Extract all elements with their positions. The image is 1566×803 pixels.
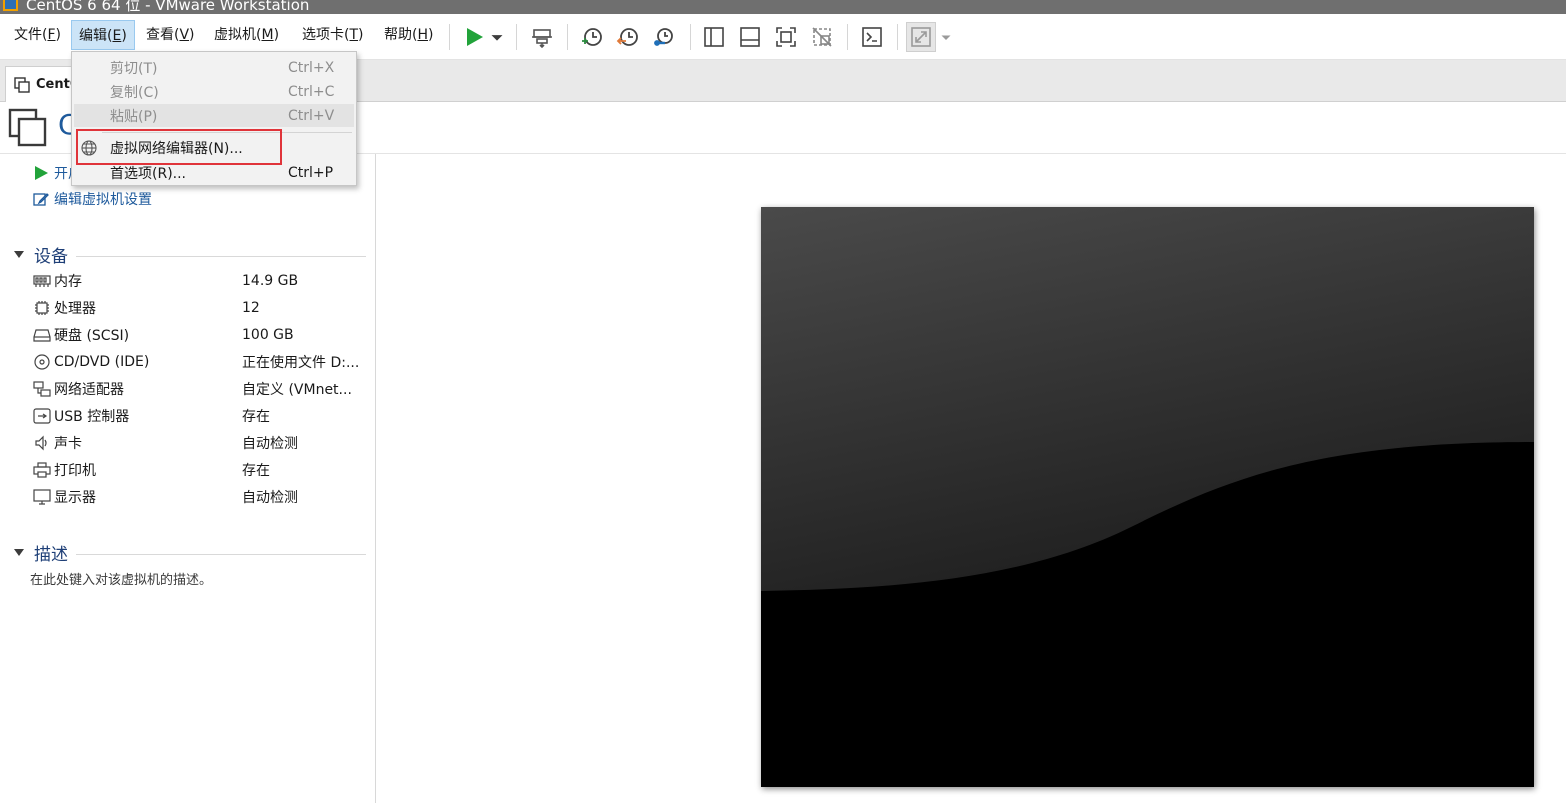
menu-vm[interactable]: 虚拟机(M) <box>207 20 286 50</box>
menu-file[interactable]: 文件(F) <box>7 20 68 50</box>
menu-item-shortcut: Ctrl+P <box>288 164 334 181</box>
device-row-processor[interactable]: 处理器 12 <box>32 297 368 319</box>
devices-title: 设备 <box>34 246 68 267</box>
collapse-triangle-icon[interactable] <box>14 250 24 258</box>
device-value: 自定义 (VMnet... <box>242 382 352 398</box>
menu-tabs[interactable]: 选项卡(T) <box>295 20 371 50</box>
vm-tab-icon <box>14 77 30 97</box>
thumbnail-bar-icon[interactable] <box>735 22 765 52</box>
vm-preview-area <box>377 154 1566 803</box>
snapshot-take-icon[interactable] <box>577 22 607 52</box>
device-row-sound[interactable]: 声卡 自动检测 <box>32 432 368 454</box>
cd-dvd-icon <box>32 353 52 371</box>
toolbar-separator <box>690 24 691 50</box>
device-name: 声卡 <box>54 436 82 452</box>
memory-icon <box>32 272 52 290</box>
dropdown-arrow-icon[interactable] <box>486 22 508 52</box>
snapshot-manager-icon[interactable] <box>649 22 679 52</box>
device-name: 处理器 <box>54 301 96 317</box>
device-row-memory[interactable]: 内存 14.9 GB <box>32 270 368 292</box>
menu-item-cut[interactable]: 剪切(T) Ctrl+X <box>74 56 354 79</box>
toolbar-separator <box>449 24 450 50</box>
device-row-display[interactable]: 显示器 自动检测 <box>32 486 368 508</box>
play-icon <box>32 164 50 182</box>
menu-item-paste[interactable]: 粘贴(P) Ctrl+V <box>74 104 354 127</box>
menu-edit[interactable]: 编辑(E) <box>71 20 135 50</box>
sidebar-view-icon[interactable] <box>699 22 729 52</box>
menu-item-label: 复制(C) <box>110 84 159 101</box>
usb-icon <box>32 407 52 425</box>
menu-help[interactable]: 帮助(H) <box>377 20 440 50</box>
menu-item-label: 剪切(T) <box>110 60 158 77</box>
device-row-cd-dvd[interactable]: CD/DVD (IDE) 正在使用文件 D:... <box>32 351 368 373</box>
vm-large-icon <box>8 108 48 152</box>
device-value: 自动检测 <box>242 490 298 506</box>
network-adapter-icon <box>32 380 52 398</box>
snapshot-revert-icon[interactable] <box>613 22 643 52</box>
play-icon[interactable] <box>459 22 489 52</box>
devices-section-header[interactable]: 设备 <box>14 243 366 267</box>
device-value: 存在 <box>242 409 270 425</box>
fullscreen-icon[interactable] <box>771 22 801 52</box>
menu-item-shortcut: Ctrl+X <box>288 59 335 76</box>
stretch-icon[interactable] <box>906 22 936 52</box>
menu-item-copy[interactable]: 复制(C) Ctrl+C <box>74 80 354 103</box>
menu-item-label: 首选项(R)... <box>110 165 187 182</box>
printer-icon <box>32 461 52 479</box>
device-value: 100 GB <box>242 327 294 343</box>
device-row-printer[interactable]: 打印机 存在 <box>32 459 368 481</box>
device-name: USB 控制器 <box>54 409 130 425</box>
annotation-highlight-box <box>76 129 282 165</box>
toolbar-separator <box>897 24 898 50</box>
vmware-app-icon <box>3 0 18 11</box>
sound-icon <box>32 434 52 452</box>
description-title: 描述 <box>34 544 68 565</box>
console-icon[interactable] <box>857 22 887 52</box>
device-value: 自动检测 <box>242 436 298 452</box>
device-name: CD/DVD (IDE) <box>54 354 150 370</box>
window-title: CentOS 6 64 位 - VMware Workstation <box>26 0 310 14</box>
collapse-triangle-icon[interactable] <box>14 548 24 556</box>
device-name: 显示器 <box>54 490 96 506</box>
display-icon <box>32 488 52 506</box>
stretch-dropdown-icon[interactable] <box>937 22 955 52</box>
menu-item-shortcut: Ctrl+C <box>288 83 335 100</box>
edit-menu-dropdown: 剪切(T) Ctrl+X 复制(C) Ctrl+C 粘贴(P) Ctrl+V 虚… <box>71 51 357 186</box>
device-name: 网络适配器 <box>54 382 124 398</box>
device-value: 存在 <box>242 463 270 479</box>
vm-screen-thumbnail[interactable] <box>761 207 1534 787</box>
section-divider <box>76 255 366 257</box>
toolbar-separator <box>567 24 568 50</box>
edit-settings-icon <box>32 190 50 208</box>
device-row-harddisk[interactable]: 硬盘 (SCSI) 100 GB <box>32 324 368 346</box>
device-value: 12 <box>242 300 260 316</box>
vm-details-panel: 开启 编辑虚拟机设置 设备 内存 14.9 GB 处理器 12 硬盘 (SCSI… <box>0 154 376 803</box>
edit-vm-settings-action[interactable]: 编辑虚拟机设置 <box>32 188 152 210</box>
processor-icon <box>32 299 52 317</box>
device-name: 内存 <box>54 274 82 290</box>
device-value: 正在使用文件 D:... <box>242 355 360 371</box>
harddisk-icon <box>32 326 52 344</box>
device-name: 打印机 <box>54 463 96 479</box>
device-row-network-adapter[interactable]: 网络适配器 自定义 (VMnet... <box>32 378 368 400</box>
device-row-usb[interactable]: USB 控制器 存在 <box>32 405 368 427</box>
toolbar-separator <box>847 24 848 50</box>
menu-view[interactable]: 查看(V) <box>139 20 202 50</box>
menu-item-label: 粘贴(P) <box>110 108 158 125</box>
send-ctrl-alt-del-icon[interactable] <box>527 22 557 52</box>
section-divider <box>76 553 366 555</box>
edit-settings-label: 编辑虚拟机设置 <box>54 192 152 208</box>
description-placeholder[interactable]: 在此处键入对该虚拟机的描述。 <box>30 569 212 588</box>
unity-icon[interactable] <box>807 22 837 52</box>
toolbar-separator <box>516 24 517 50</box>
device-name: 硬盘 (SCSI) <box>54 328 130 344</box>
device-value: 14.9 GB <box>242 273 299 289</box>
menu-item-shortcut: Ctrl+V <box>288 107 335 124</box>
title-bar: CentOS 6 64 位 - VMware Workstation <box>0 0 1566 14</box>
description-section-header[interactable]: 描述 <box>14 541 366 565</box>
